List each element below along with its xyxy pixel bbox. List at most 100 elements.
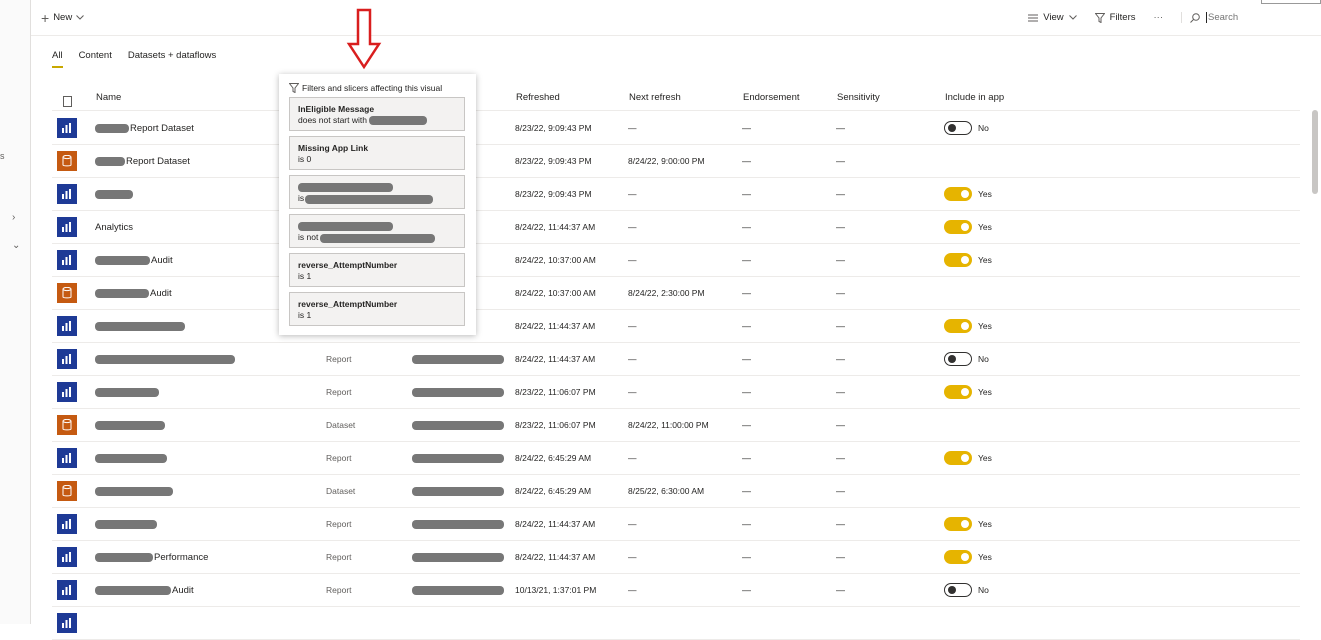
include-in-app-toggle[interactable] <box>944 517 972 531</box>
tab-all[interactable]: All <box>52 50 63 68</box>
filter-label: reverse_AttemptNumber <box>298 299 398 309</box>
filter-label: reverse_AttemptNumber <box>298 260 398 270</box>
row-name[interactable]: Report Dataset <box>95 156 190 167</box>
filter-card[interactable]: is <box>289 175 465 209</box>
include-in-app-toggle[interactable] <box>944 121 972 135</box>
row-name[interactable] <box>95 453 168 464</box>
redacted-owner <box>412 553 504 562</box>
include-in-app-toggle[interactable] <box>944 187 972 201</box>
column-next-refresh[interactable]: Next refresh <box>629 92 681 103</box>
content-tabs: All Content Datasets + dataflows <box>52 50 216 68</box>
row-sensitivity: — <box>836 453 845 463</box>
row-name[interactable]: Report Dataset <box>95 123 194 134</box>
table-row[interactable]: Audit 8/24/22, 10:37:00 AM 8/24/22, 2:30:0… <box>52 277 1300 310</box>
include-in-app-toggle[interactable] <box>944 583 972 597</box>
filters-button[interactable]: Filters <box>1094 12 1136 23</box>
row-next-refresh: — <box>628 321 637 331</box>
report-icon <box>57 382 77 402</box>
search-box[interactable] <box>1181 12 1321 23</box>
filter-card[interactable]: Missing App Link is 0 <box>289 136 465 170</box>
row-name[interactable] <box>95 321 186 332</box>
row-next-refresh: — <box>628 552 637 562</box>
chevron-right-icon[interactable]: › <box>12 212 15 223</box>
include-in-app-toggle[interactable] <box>944 451 972 465</box>
include-in-app-label: Yes <box>978 321 992 331</box>
filters-button-label: Filters <box>1109 12 1136 23</box>
table-row[interactable]: Report 8/24/22, 11:44:37 AM — — — No <box>52 343 1300 376</box>
row-name[interactable]: Performance <box>95 552 208 563</box>
row-endorsement: — <box>742 387 751 397</box>
filter-label: InEligible Message <box>298 104 375 114</box>
table-row[interactable]: 8/23/22, 9:09:43 PM — — — Yes <box>52 178 1300 211</box>
vertical-scrollbar[interactable] <box>1312 110 1318 194</box>
filter-condition: is not <box>298 232 456 243</box>
row-name[interactable]: Audit <box>95 585 194 596</box>
table-row[interactable]: Report 8/24/22, 11:44:37 AM — — — Yes <box>52 508 1300 541</box>
column-include-in-app[interactable]: Include in app <box>945 92 1004 103</box>
row-refreshed: 8/24/22, 11:44:37 AM <box>515 354 596 364</box>
include-in-app-toggle[interactable] <box>944 319 972 333</box>
filter-card[interactable]: reverse_AttemptNumber is 1 <box>289 253 465 287</box>
row-name[interactable] <box>95 519 158 530</box>
table-row[interactable]: Report 8/24/22, 6:45:29 AM — — — Yes <box>52 442 1300 475</box>
row-name[interactable] <box>95 420 166 431</box>
row-name[interactable] <box>95 189 134 200</box>
row-name[interactable] <box>95 354 236 365</box>
view-button[interactable]: View <box>1028 12 1077 23</box>
filter-icon <box>289 83 299 93</box>
row-name[interactable] <box>95 387 160 398</box>
column-endorsement[interactable]: Endorsement <box>743 92 800 103</box>
table-row[interactable]: 8/24/22, 11:44:37 AM — — — Yes <box>52 310 1300 343</box>
table-row[interactable]: Report 8/23/22, 11:06:07 PM — — — Yes <box>52 376 1300 409</box>
table-row[interactable]: Audit Report 10/13/21, 1:37:01 PM — — — No <box>52 574 1300 607</box>
table-row[interactable]: Analytics 8/24/22, 11:44:37 AM — — — Yes <box>52 211 1300 244</box>
search-input[interactable] <box>1206 12 1316 23</box>
filter-card[interactable]: reverse_AttemptNumber is 1 <box>289 292 465 326</box>
row-name[interactable] <box>95 486 174 497</box>
row-next-refresh: 8/24/22, 2:30:00 PM <box>628 288 705 298</box>
column-refreshed[interactable]: Refreshed <box>516 92 560 103</box>
row-sensitivity: — <box>836 222 845 232</box>
column-sensitivity[interactable]: Sensitivity <box>837 92 880 103</box>
row-next-refresh: 8/24/22, 11:00:00 PM <box>628 420 709 430</box>
include-in-app-toggle[interactable] <box>944 550 972 564</box>
row-type: Dataset <box>326 420 356 430</box>
filter-card[interactable]: is not <box>289 214 465 248</box>
redacted-owner <box>412 421 504 430</box>
include-in-app-toggle[interactable] <box>944 385 972 399</box>
filter-label-redacted <box>298 182 456 193</box>
table-row[interactable]: Report Dataset 8/23/22, 9:09:43 PM 8/24/22… <box>52 145 1300 178</box>
include-in-app-toggle[interactable] <box>944 352 972 366</box>
row-type: Report <box>326 585 352 595</box>
row-sensitivity: — <box>836 255 845 265</box>
row-name[interactable]: Analytics <box>95 222 133 233</box>
include-in-app-label: Yes <box>978 255 992 265</box>
table-row[interactable]: Report Dataset 8/23/22, 9:09:43 PM — — — No <box>52 112 1300 145</box>
new-button[interactable]: + New <box>41 11 85 25</box>
table-row[interactable]: Dataset 8/24/22, 6:45:29 AM 8/25/22, 6:30:… <box>52 475 1300 508</box>
row-sensitivity: — <box>836 189 845 199</box>
row-type: Report <box>326 387 352 397</box>
table-row[interactable]: Dataset 8/23/22, 11:06:07 PM 8/24/22, 11:0… <box>52 409 1300 442</box>
redacted-owner <box>412 487 504 496</box>
include-in-app-toggle[interactable] <box>944 220 972 234</box>
row-type: Report <box>326 453 352 463</box>
redacted-text <box>95 354 235 364</box>
row-refreshed: 8/23/22, 9:09:43 PM <box>515 156 592 166</box>
table-row[interactable]: Audit 8/24/22, 10:37:00 AM — — — Yes <box>52 244 1300 277</box>
table-row[interactable]: Performance Report 8/24/22, 11:44:37 AM — — —… <box>52 541 1300 574</box>
include-in-app-toggle[interactable] <box>944 253 972 267</box>
chevron-down-icon[interactable]: ⌄ <box>12 240 20 251</box>
row-refreshed: 8/24/22, 10:37:00 AM <box>515 255 596 265</box>
column-name[interactable]: Name <box>96 92 121 103</box>
row-name[interactable]: Audit <box>95 288 172 299</box>
table-header: Name Refreshed Next refresh Endorsement … <box>52 87 1300 111</box>
tab-datasets-dataflows[interactable]: Datasets + dataflows <box>128 50 216 68</box>
report-icon <box>57 316 77 336</box>
row-type: Report <box>326 519 352 529</box>
tab-content[interactable]: Content <box>79 50 112 68</box>
row-sensitivity: — <box>836 156 845 166</box>
filter-card[interactable]: InEligible Message does not start with <box>289 97 465 131</box>
row-name[interactable]: Audit <box>95 255 173 266</box>
more-options-button[interactable]: ··· <box>1154 12 1164 23</box>
